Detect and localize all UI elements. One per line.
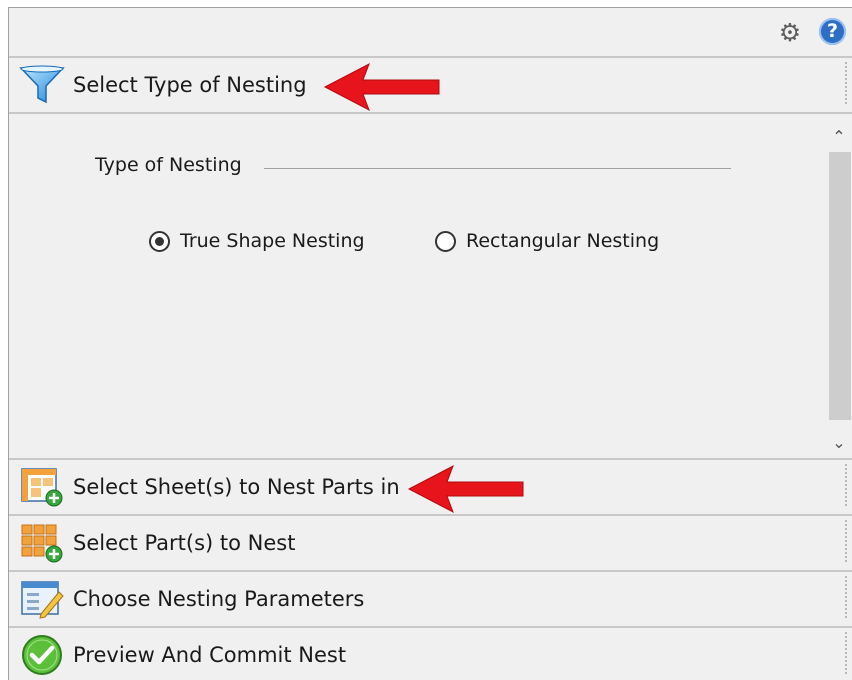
parts-grid-add-icon xyxy=(21,524,63,563)
group-divider xyxy=(264,168,731,169)
radio-button-checked[interactable] xyxy=(149,230,170,252)
group-label-type-of-nesting: Type of Nesting xyxy=(95,154,242,176)
radio-rectangular-nesting[interactable]: Rectangular Nesting xyxy=(435,228,659,254)
nesting-type-content: Type of Nesting True Shape Nesting Recta… xyxy=(9,118,852,460)
scroll-up-chevron-icon[interactable]: ⌃ xyxy=(825,124,852,150)
panel-grip xyxy=(845,576,847,620)
panel-grip xyxy=(845,464,847,508)
radio-label: True Shape Nesting xyxy=(180,230,365,252)
radio-button-unchecked[interactable] xyxy=(435,230,456,252)
nesting-wizard-panel: ⚙ ? Select Type of Nesting Type of Nesti… xyxy=(8,7,852,680)
panel-header-select-parts[interactable]: Select Part(s) to Nest xyxy=(9,516,852,572)
sheet-add-icon xyxy=(21,468,63,507)
panel-title: Preview And Commit Nest xyxy=(73,643,347,667)
panel-header-choose-parameters[interactable]: Choose Nesting Parameters xyxy=(9,572,852,628)
parameters-edit-icon xyxy=(21,581,64,619)
gear-icon[interactable]: ⚙ xyxy=(777,20,803,46)
annotation-arrow-icon xyxy=(407,464,524,514)
panel-grip xyxy=(845,62,847,106)
scroll-down-chevron-icon[interactable]: ⌄ xyxy=(825,430,852,456)
scroll-thumb[interactable] xyxy=(829,152,851,420)
panel-title: Choose Nesting Parameters xyxy=(73,587,365,611)
panel-grip xyxy=(845,632,847,676)
checkmark-circle-icon xyxy=(22,635,62,675)
panel-grip xyxy=(845,520,847,564)
panel-title: Select Part(s) to Nest xyxy=(73,531,296,555)
radio-true-shape-nesting[interactable]: True Shape Nesting xyxy=(149,228,365,254)
radio-label: Rectangular Nesting xyxy=(466,230,660,252)
top-toolbar: ⚙ ? xyxy=(9,8,852,58)
annotation-arrow-icon xyxy=(323,62,440,112)
panel-title: Select Sheet(s) to Nest Parts in xyxy=(73,475,400,499)
panel-header-preview-commit[interactable]: Preview And Commit Nest xyxy=(9,628,852,680)
funnel-icon xyxy=(19,65,65,104)
vertical-scrollbar[interactable]: ⌃ ⌄ xyxy=(825,118,852,458)
panel-title: Select Type of Nesting xyxy=(73,73,307,97)
help-icon[interactable]: ? xyxy=(819,18,846,45)
